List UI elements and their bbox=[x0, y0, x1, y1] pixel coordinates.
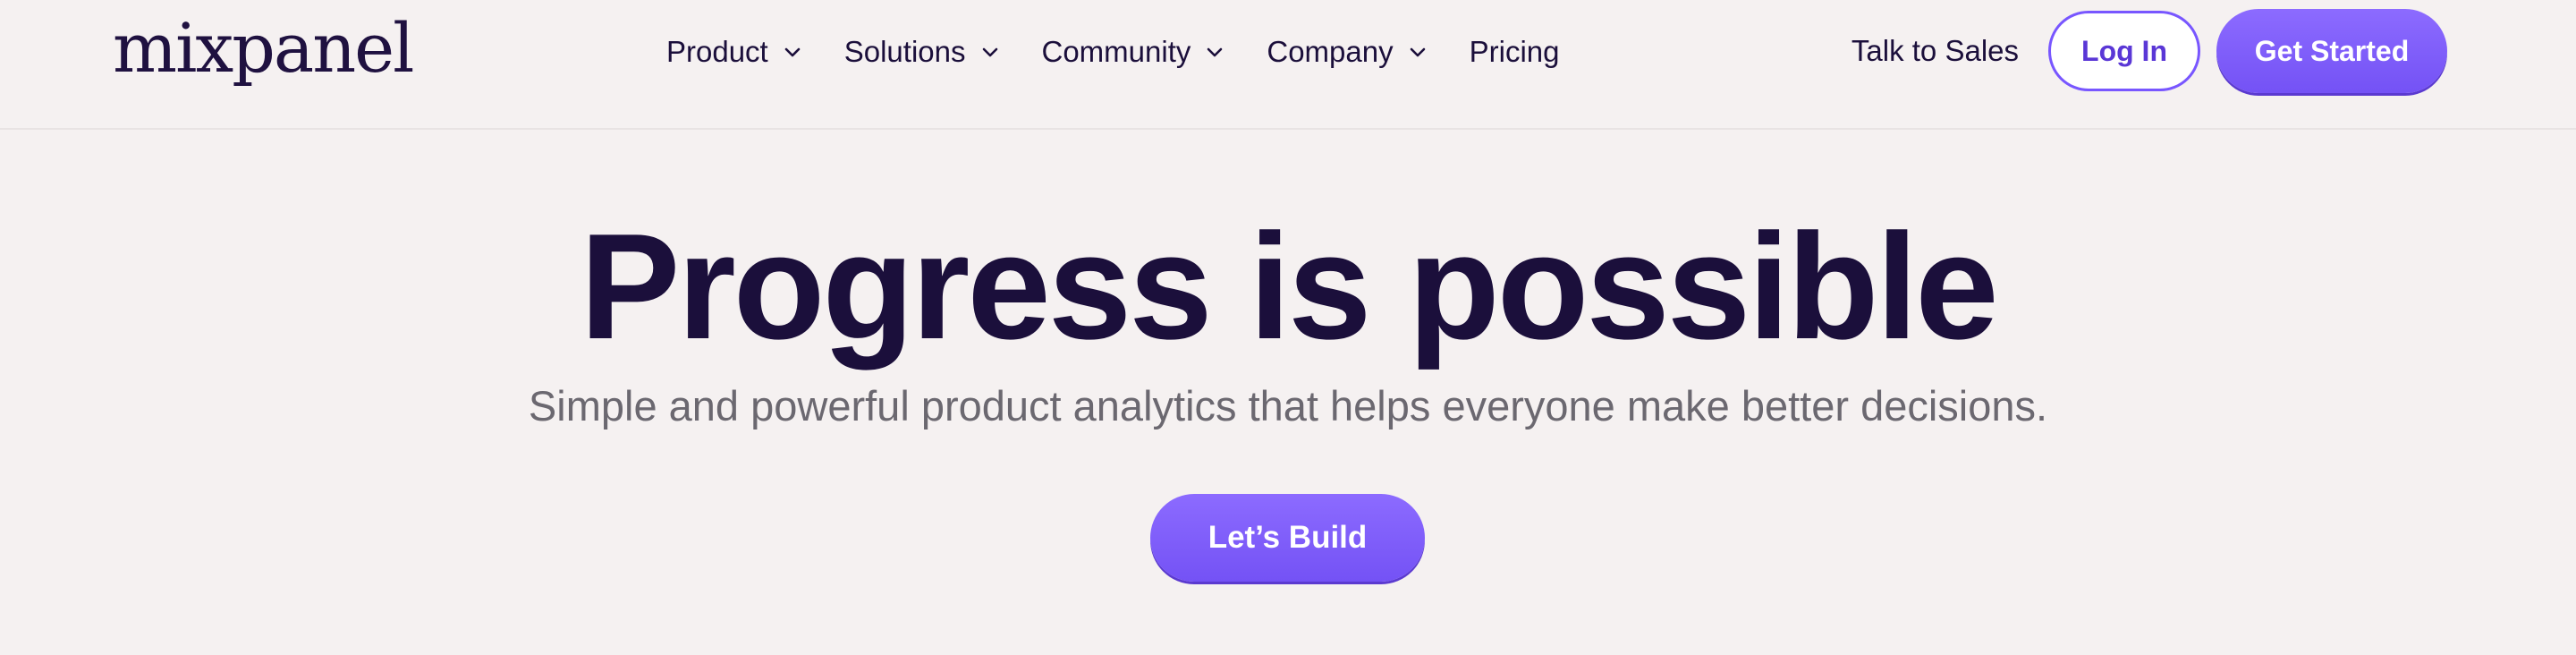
get-started-button[interactable]: Get Started bbox=[2216, 9, 2447, 93]
nav-item-solutions[interactable]: Solutions bbox=[844, 35, 1000, 69]
nav-item-pricing[interactable]: Pricing bbox=[1470, 35, 1560, 69]
site-header: mixpanel Product Solutions Community Com… bbox=[0, 0, 2576, 130]
chevron-down-icon bbox=[1408, 42, 1428, 62]
login-button[interactable]: Log In bbox=[2048, 11, 2200, 91]
chevron-down-icon bbox=[980, 42, 1000, 62]
nav-item-label: Community bbox=[1041, 35, 1191, 68]
hero-subtitle: Simple and powerful product analytics th… bbox=[528, 382, 2048, 430]
header-actions: Talk to Sales Log In Get Started bbox=[1852, 9, 2447, 93]
main-nav: Product Solutions Community Company Pric… bbox=[666, 27, 1601, 77]
nav-item-label: Solutions bbox=[843, 35, 966, 68]
nav-item-label: Pricing bbox=[1469, 35, 1560, 68]
nav-item-community[interactable]: Community bbox=[1042, 35, 1225, 69]
talk-to-sales-link[interactable]: Talk to Sales bbox=[1852, 34, 2019, 68]
mixpanel-logo[interactable]: mixpanel bbox=[113, 4, 414, 93]
lets-build-button[interactable]: Let’s Build bbox=[1150, 494, 1425, 582]
nav-item-label: Product bbox=[666, 35, 768, 68]
chevron-down-icon bbox=[1205, 42, 1224, 62]
hero-title: Progress is possible bbox=[580, 202, 1998, 370]
nav-item-label: Company bbox=[1267, 35, 1394, 68]
nav-item-product[interactable]: Product bbox=[666, 35, 802, 69]
chevron-down-icon bbox=[783, 42, 802, 62]
nav-item-company[interactable]: Company bbox=[1267, 35, 1427, 69]
